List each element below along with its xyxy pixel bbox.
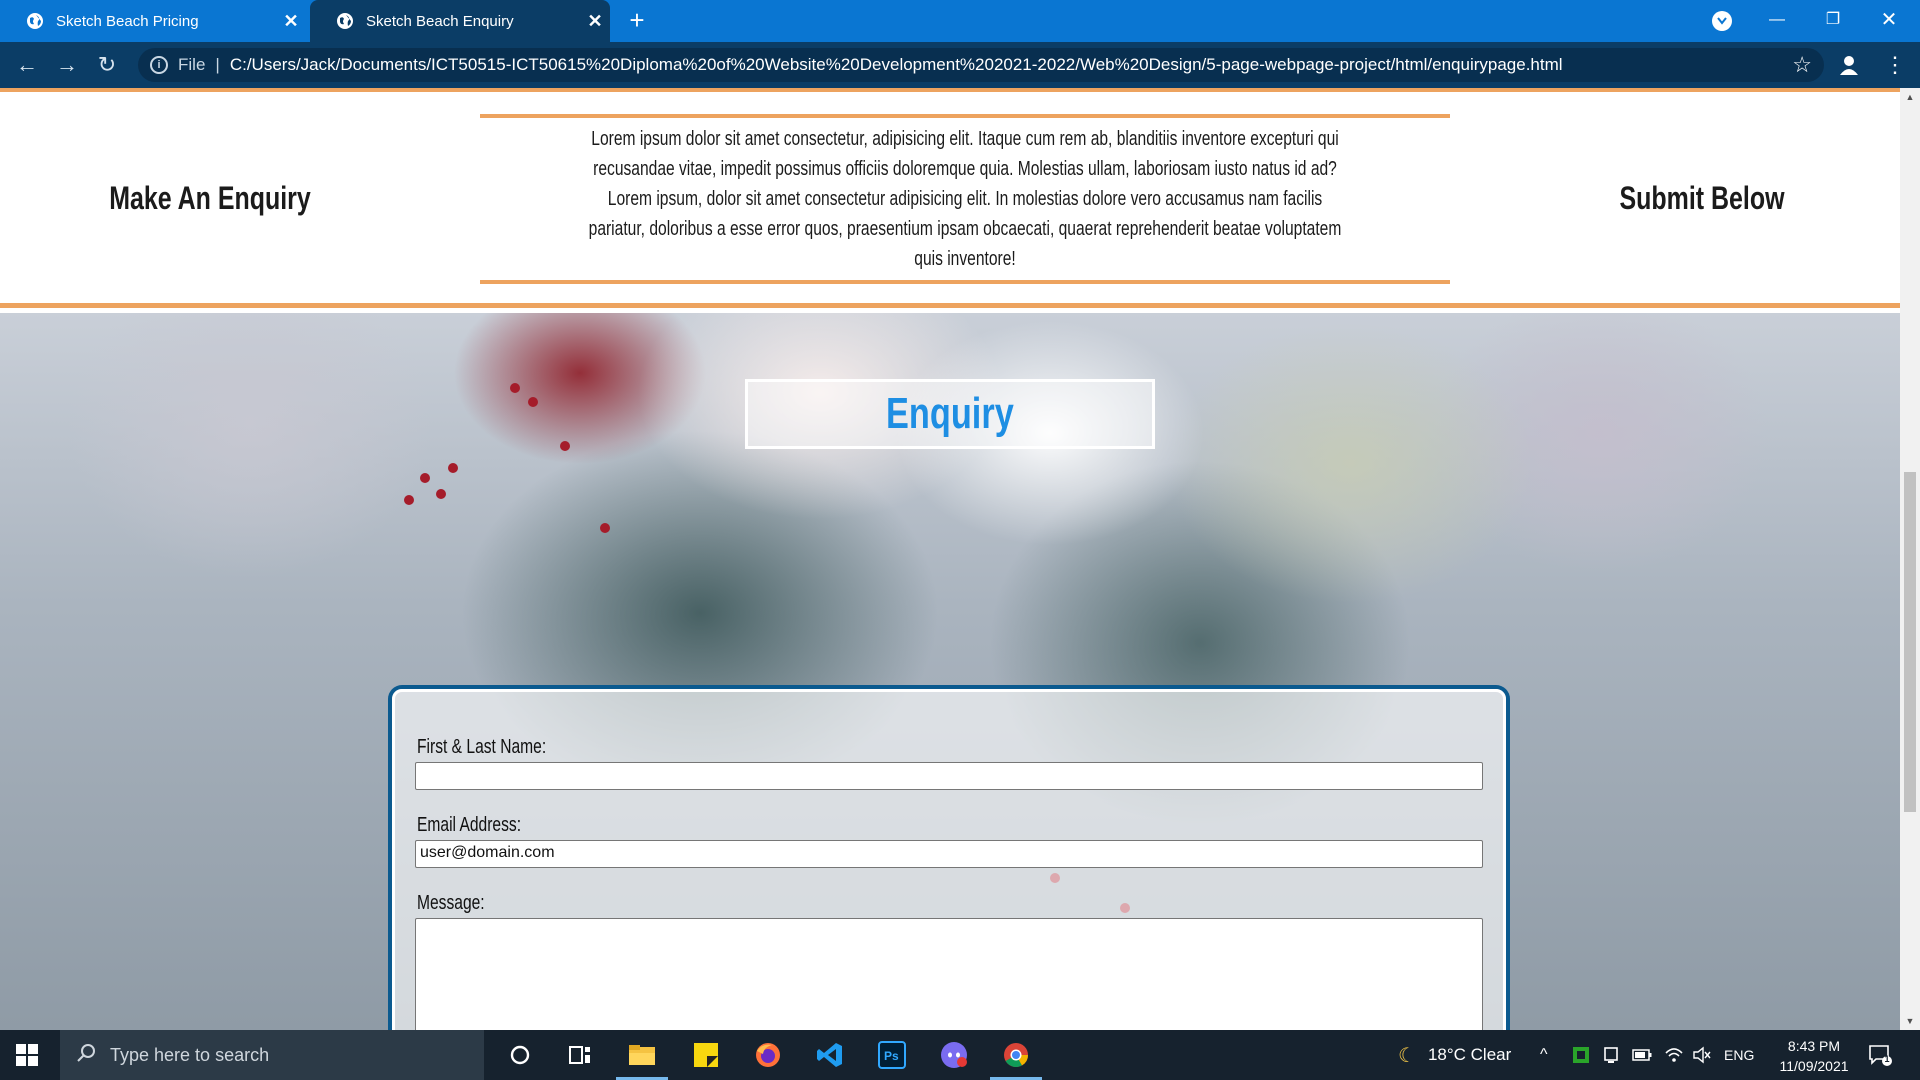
sticky-notes-icon[interactable] <box>686 1038 726 1072</box>
scroll-up-arrow-icon[interactable]: ▲ <box>1900 88 1920 106</box>
name-input[interactable] <box>415 762 1483 790</box>
enquiry-title: Enquiry <box>886 389 1014 438</box>
moon-icon: ☾ <box>1398 1044 1416 1067</box>
reload-icon[interactable]: ↻ <box>92 50 122 80</box>
clock-time: 8:43 PM <box>1787 1038 1841 1054</box>
minimize-icon[interactable]: — <box>1752 6 1802 36</box>
discord-icon[interactable] <box>934 1038 974 1072</box>
tab-search-icon[interactable] <box>1712 11 1732 31</box>
email-input[interactable]: user@domain.com <box>415 840 1483 868</box>
intro-paragraph: Lorem ipsum dolor sit amet consectetur, … <box>588 128 1342 270</box>
hero-background-image: Enquiry First & Last Name: Email Address… <box>0 313 1900 1030</box>
name-label: First & Last Name: <box>417 736 547 758</box>
battery-icon[interactable] <box>1632 1030 1652 1080</box>
firefox-icon[interactable] <box>748 1038 788 1072</box>
submit-below-heading: Submit Below <box>1619 180 1785 216</box>
tab-sketch-beach-enquiry[interactable]: Sketch Beach Enquiry ✕ <box>310 0 610 42</box>
taskbar-clock[interactable]: 8:43 PM 11/09/2021 <box>1764 1036 1864 1076</box>
address-bar[interactable]: i File | C:/Users/Jack/Documents/ICT5051… <box>138 48 1824 82</box>
tab-title: Sketch Beach Enquiry <box>366 12 514 30</box>
search-icon <box>76 1043 96 1068</box>
volume-muted-icon[interactable] <box>1692 1030 1712 1080</box>
browser-toolbar: ← → ↻ i File | C:/Users/Jack/Documents/I… <box>0 42 1920 88</box>
enquiry-title-box: Enquiry <box>745 379 1155 449</box>
message-label: Message: <box>417 892 485 914</box>
weather-text: 18°C Clear <box>1427 1045 1512 1064</box>
email-label: Email Address: <box>417 814 522 836</box>
nvidia-icon[interactable] <box>1572 1030 1590 1080</box>
wifi-icon[interactable] <box>1664 1030 1684 1080</box>
notification-icon[interactable]: 1 <box>1868 1044 1892 1066</box>
taskbar-search-placeholder: Type here to search <box>110 1044 270 1065</box>
bookmark-star-icon[interactable]: ☆ <box>1792 52 1812 78</box>
new-tab-button[interactable]: + <box>624 7 650 34</box>
clock-date: 11/09/2021 <box>1779 1058 1849 1074</box>
windows-start-icon[interactable] <box>16 1044 38 1066</box>
message-textarea[interactable] <box>415 918 1483 1030</box>
close-window-icon[interactable]: ✕ <box>1864 6 1914 36</box>
photoshop-icon[interactable]: Ps <box>872 1038 912 1072</box>
globe-icon <box>26 12 44 30</box>
globe-icon <box>336 12 354 30</box>
language-indicator[interactable]: ENG <box>1724 1030 1754 1080</box>
info-icon[interactable]: i <box>150 56 168 74</box>
scroll-down-arrow-icon[interactable]: ▼ <box>1900 1012 1920 1030</box>
close-icon[interactable]: ✕ <box>276 11 306 32</box>
tab-title: Sketch Beach Pricing <box>56 12 199 30</box>
close-icon[interactable]: ✕ <box>580 11 610 32</box>
page-viewport: Make An Enquiry Lorem ipsum dolor sit am… <box>0 88 1900 1030</box>
windows-taskbar: Type here to search Ps ☾ 18°C Clear ^ EN… <box>0 1030 1920 1080</box>
svg-text:Ps: Ps <box>884 1049 899 1063</box>
enquiry-form: First & Last Name: Email Address: user@d… <box>392 689 1506 1030</box>
forward-arrow-icon[interactable]: → <box>52 50 82 80</box>
vertical-scrollbar[interactable]: ▲ ▼ <box>1900 88 1920 1030</box>
url-text[interactable]: C:/Users/Jack/Documents/ICT50515-ICT5061… <box>230 55 1563 75</box>
cortana-icon[interactable] <box>500 1038 540 1072</box>
scrollbar-thumb[interactable] <box>1904 472 1916 812</box>
make-enquiry-heading: Make An Enquiry <box>109 180 311 216</box>
profile-icon[interactable] <box>1838 54 1860 76</box>
task-view-icon[interactable] <box>560 1038 600 1072</box>
scheme-label: File <box>178 55 206 74</box>
browser-tab-bar: Sketch Beach Pricing ✕ Sketch Beach Enqu… <box>0 0 1920 42</box>
chrome-icon[interactable] <box>990 1038 1042 1080</box>
taskbar-search-box[interactable]: Type here to search <box>60 1030 484 1080</box>
menu-kebab-icon[interactable]: ⋮ <box>1884 52 1906 78</box>
tab-sketch-beach-pricing[interactable]: Sketch Beach Pricing ✕ <box>0 0 306 42</box>
address-separator: | <box>215 55 220 74</box>
back-arrow-icon[interactable]: ← <box>12 50 42 80</box>
weather-widget[interactable]: ☾ 18°C Clear <box>1398 1030 1511 1080</box>
chevron-up-icon[interactable]: ^ <box>1540 1030 1548 1080</box>
file-explorer-icon[interactable] <box>616 1038 668 1080</box>
restore-icon[interactable]: ❐ <box>1808 6 1858 36</box>
vscode-icon[interactable] <box>810 1038 850 1072</box>
device-icon[interactable] <box>1602 1030 1620 1080</box>
intro-box: Lorem ipsum dolor sit amet consectetur, … <box>480 114 1450 284</box>
notification-count: 1 <box>1884 1054 1890 1064</box>
header-band: Make An Enquiry Lorem ipsum dolor sit am… <box>0 92 1900 308</box>
